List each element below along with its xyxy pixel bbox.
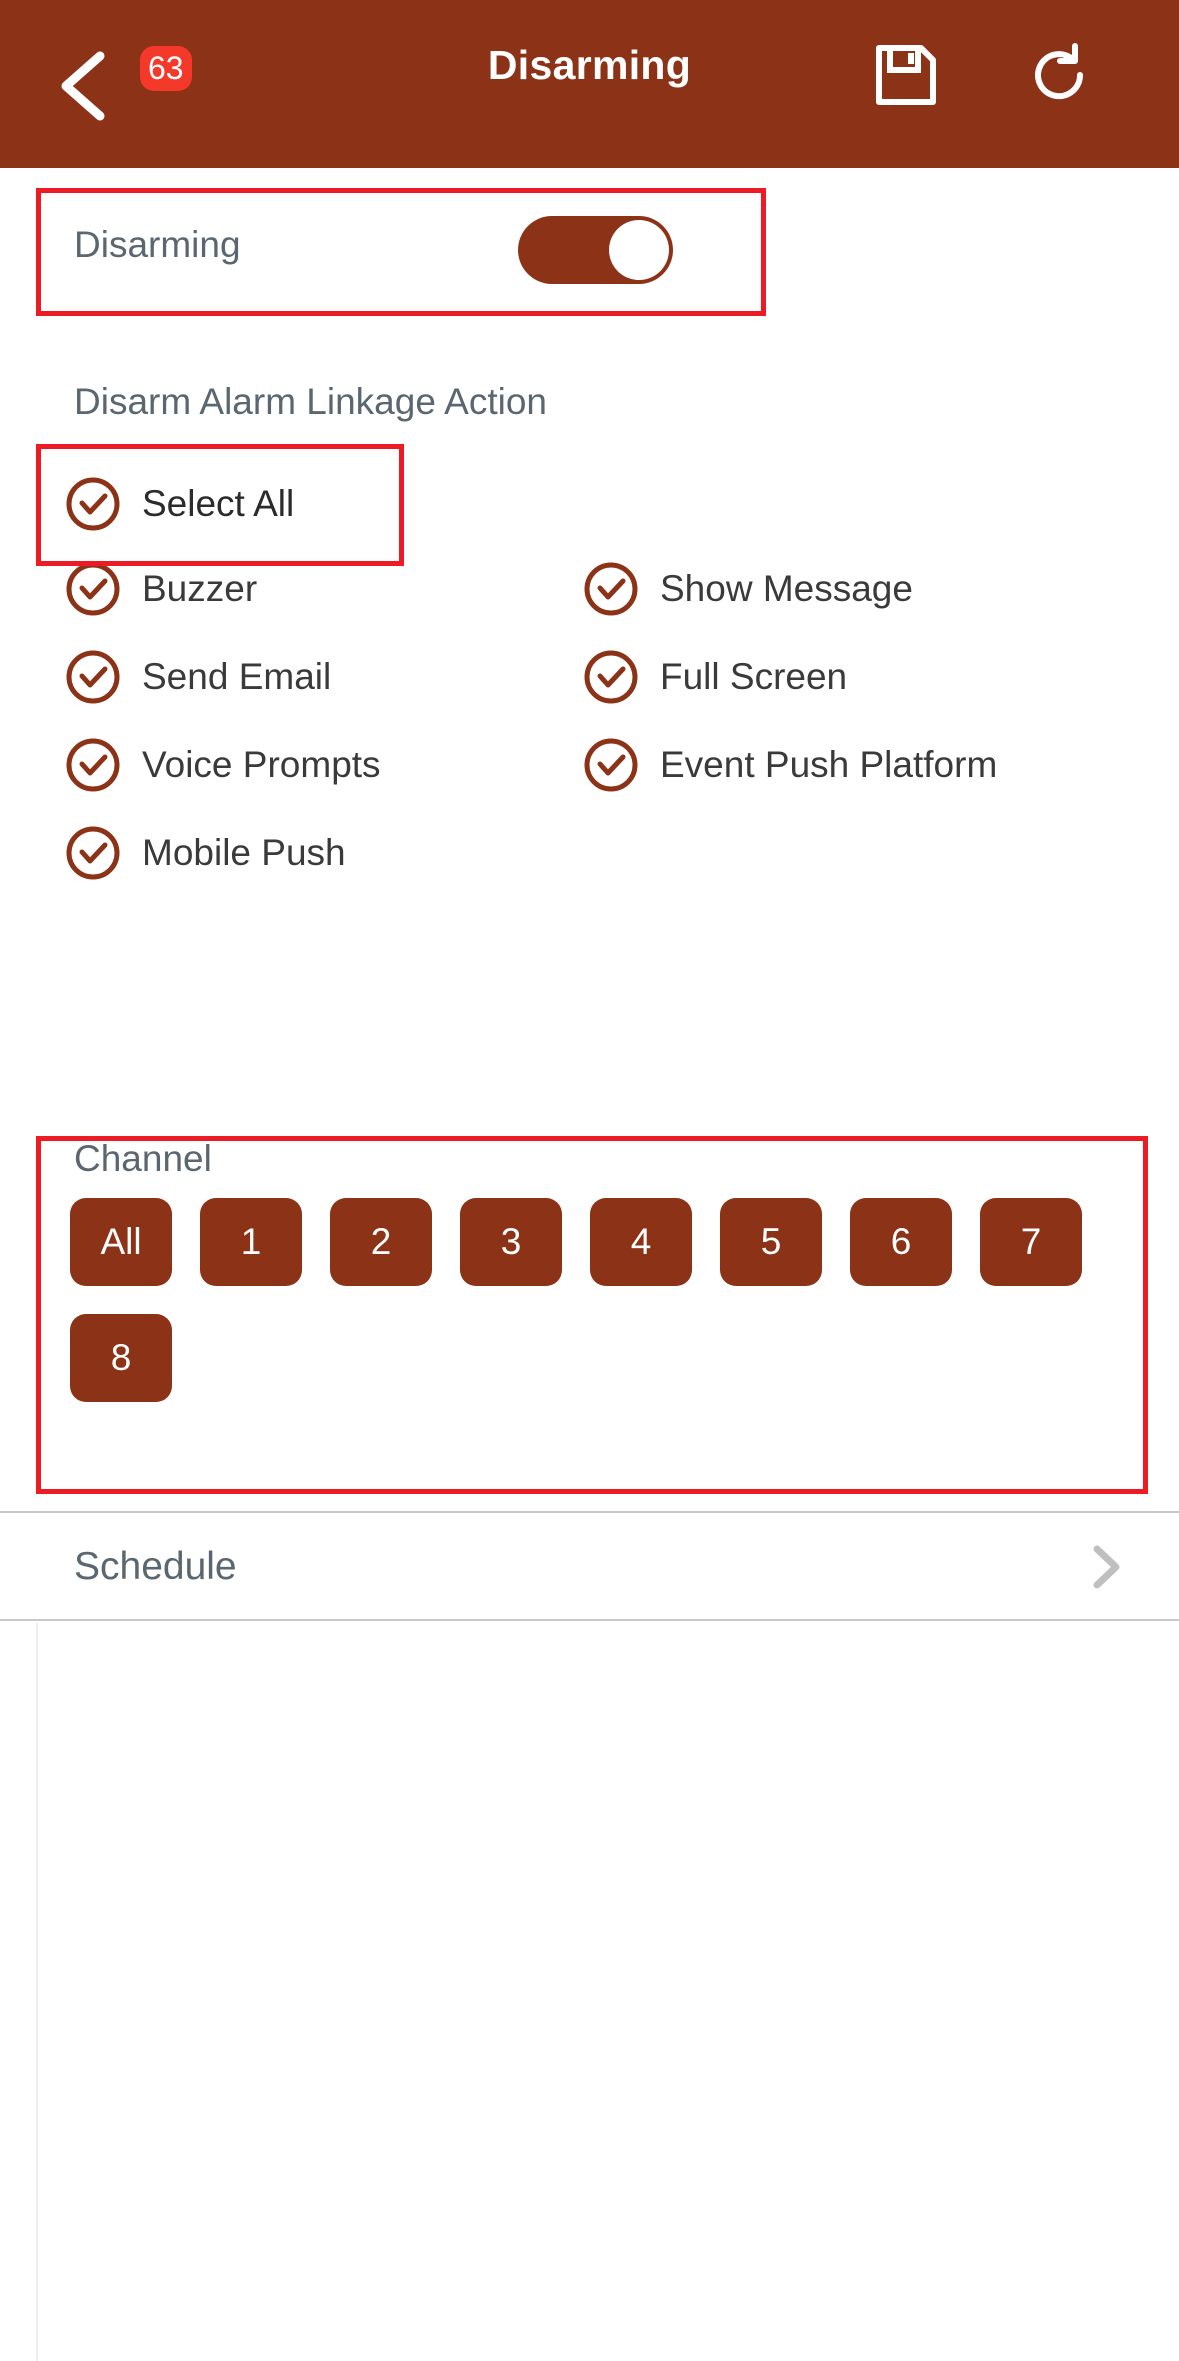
action-label: Show Message	[660, 568, 913, 609]
channel-chip-4[interactable]: 4	[590, 1198, 692, 1286]
schedule-row[interactable]: Schedule	[0, 1511, 1179, 1621]
action-item-buzzer[interactable]: Buzzer	[64, 553, 257, 625]
channel-section-title: Channel	[74, 1138, 212, 1179]
save-button[interactable]	[873, 42, 939, 108]
chevron-right-icon	[1085, 1543, 1127, 1591]
switch-knob	[609, 220, 669, 280]
channel-chip-6[interactable]: 6	[850, 1198, 952, 1286]
settings-content: Disarming Disarm Alarm Linkage Action Se…	[0, 168, 1179, 2361]
content-left-rule	[36, 1623, 38, 2361]
action-item-full-screen[interactable]: Full Screen	[582, 641, 847, 713]
action-label: Buzzer	[142, 568, 258, 609]
channel-chip-5[interactable]: 5	[720, 1198, 822, 1286]
channel-chip-8[interactable]: 8	[70, 1314, 172, 1402]
checkbox-checked-icon	[64, 736, 122, 794]
action-item-event-push-platform[interactable]: Event Push Platform	[582, 729, 997, 801]
channel-chip-7[interactable]: 7	[980, 1198, 1082, 1286]
checkbox-checked-icon	[64, 824, 122, 882]
action-item-voice-prompts[interactable]: Voice Prompts	[64, 729, 381, 801]
action-item-send-email[interactable]: Send Email	[64, 641, 331, 713]
channel-chip-3[interactable]: 3	[460, 1198, 562, 1286]
action-label: Event Push Platform	[660, 744, 998, 785]
select-all-row[interactable]: Select All	[64, 468, 294, 540]
action-label: Send Email	[142, 656, 332, 697]
action-row: Send Email Full Screen	[0, 641, 1179, 729]
action-row: Buzzer Show Message	[0, 553, 1179, 641]
linkage-action-grid: Buzzer Show Message Send Email Full Scre…	[0, 553, 1179, 905]
refresh-button[interactable]	[1026, 42, 1092, 108]
app-header-bar: 63 Disarming	[0, 0, 1179, 168]
channel-chip-1[interactable]: 1	[200, 1198, 302, 1286]
linkage-section-title: Disarm Alarm Linkage Action	[74, 381, 547, 422]
action-row: Mobile Push	[0, 817, 1179, 905]
page-title: Disarming	[487, 42, 692, 88]
channel-chip-all[interactable]: All	[70, 1198, 172, 1286]
checkbox-checked-icon	[582, 736, 640, 794]
channel-chip-list: All 1 2 3 4 5 6 7 8	[70, 1198, 1110, 1402]
refresh-icon	[1026, 43, 1092, 112]
action-row: Voice Prompts Event Push Platform	[0, 729, 1179, 817]
action-item-mobile-push[interactable]: Mobile Push	[64, 817, 346, 889]
action-label: Full Screen	[660, 656, 848, 697]
schedule-label: Schedule	[74, 1545, 237, 1588]
checkbox-checked-icon	[582, 560, 640, 618]
disarming-switch[interactable]	[518, 216, 673, 284]
select-all-label: Select All	[142, 483, 295, 524]
action-label: Mobile Push	[142, 832, 346, 873]
checkbox-checked-icon	[582, 648, 640, 706]
save-floppy-icon	[873, 45, 939, 112]
disarming-toggle-row[interactable]: Disarming	[0, 198, 1179, 298]
checkbox-checked-icon	[64, 475, 122, 533]
action-label: Voice Prompts	[142, 744, 381, 785]
checkbox-checked-icon	[64, 560, 122, 618]
checkbox-checked-icon	[64, 648, 122, 706]
action-item-show-message[interactable]: Show Message	[582, 553, 913, 625]
disarming-label: Disarming	[74, 224, 241, 265]
channel-chip-2[interactable]: 2	[330, 1198, 432, 1286]
